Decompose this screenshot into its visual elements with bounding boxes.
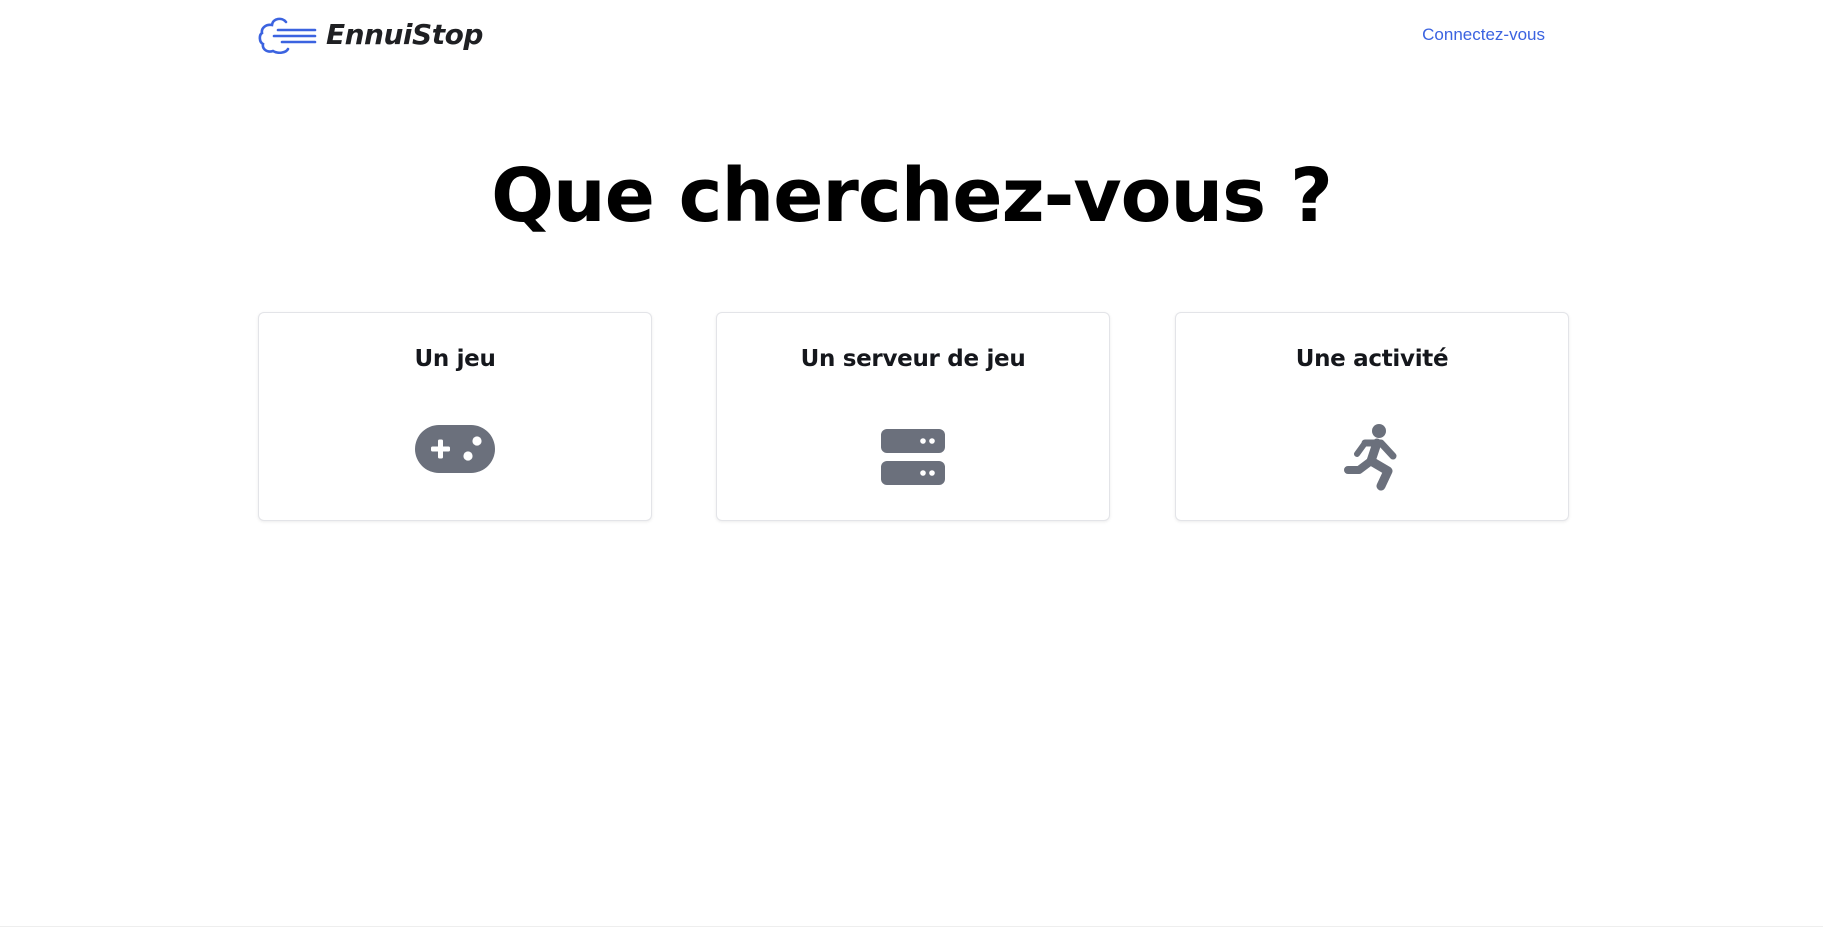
footer-divider [0, 926, 1823, 927]
gamepad-icon [415, 425, 495, 473]
brand-name: EnnuiStop [326, 18, 483, 51]
running-person-icon [1344, 424, 1397, 491]
page-title: Que cherchez-vous ? [491, 153, 1333, 239]
brand-logo-link[interactable]: EnnuiStop [258, 16, 483, 54]
card-game[interactable]: Un jeu [258, 312, 652, 521]
server-icon [881, 429, 945, 485]
wind-cloud-icon [258, 17, 317, 54]
card-game-server-label: Un serveur de jeu [800, 346, 1026, 372]
card-activity[interactable]: Une activité [1175, 312, 1569, 521]
page: EnnuiStop Connectez-vous Que cherchez-vo… [0, 0, 1823, 935]
card-game-server[interactable]: Un serveur de jeu [716, 312, 1110, 521]
login-link[interactable]: Connectez-vous [1422, 25, 1545, 45]
site-header: EnnuiStop Connectez-vous [258, 14, 1545, 58]
category-cards: Un jeu Un serveur de jeu Une activité [258, 312, 1569, 521]
card-activity-label: Une activité [1295, 346, 1449, 372]
card-game-label: Un jeu [414, 346, 496, 372]
